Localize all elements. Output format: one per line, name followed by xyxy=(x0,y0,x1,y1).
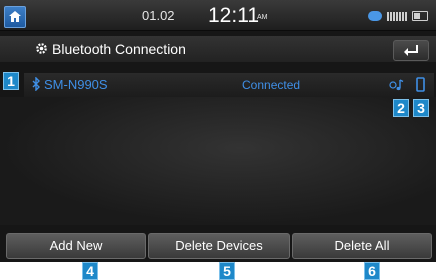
title-bar: Bluetooth Connection xyxy=(0,36,436,62)
back-button[interactable] xyxy=(393,40,429,61)
battery-icon xyxy=(412,11,428,21)
status-bar: 01.02 12:11 AM xyxy=(0,0,436,31)
status-time: 12:11 xyxy=(208,4,259,27)
delete-devices-button[interactable]: Delete Devices xyxy=(148,233,290,259)
callout-marker-5: 5 xyxy=(219,262,235,280)
signal-icon xyxy=(387,11,407,21)
phone-icon[interactable] xyxy=(416,77,425,92)
bluetooth-audio-icon[interactable] xyxy=(389,79,405,91)
callout-marker-4: 4 xyxy=(82,262,98,280)
bluetooth-audio-icon xyxy=(368,11,382,21)
home-button[interactable] xyxy=(4,6,26,28)
callout-marker-1: 1 xyxy=(3,72,19,90)
device-list-area xyxy=(0,97,436,225)
status-date: 01.02 xyxy=(142,8,175,23)
page-title: Bluetooth Connection xyxy=(52,41,186,57)
back-arrow-icon xyxy=(404,45,418,56)
callout-marker-6: 6 xyxy=(364,262,380,280)
callout-marker-2: 2 xyxy=(393,99,409,117)
gear-icon xyxy=(36,43,47,54)
device-status: Connected xyxy=(242,78,301,92)
bluetooth-icon xyxy=(32,77,40,91)
delete-all-button[interactable]: Delete All xyxy=(292,233,432,259)
status-icons xyxy=(368,10,428,22)
screen: 01.02 12:11 AM Bluetooth Connection SM-N… xyxy=(0,0,436,262)
status-ampm: AM xyxy=(257,14,268,21)
device-list-item[interactable]: SM-N990S Connected xyxy=(24,73,434,97)
callout-marker-3: 3 xyxy=(413,99,429,117)
device-name: SM-N990S xyxy=(44,77,108,92)
add-new-button[interactable]: Add New xyxy=(6,233,146,259)
home-icon xyxy=(9,11,21,22)
